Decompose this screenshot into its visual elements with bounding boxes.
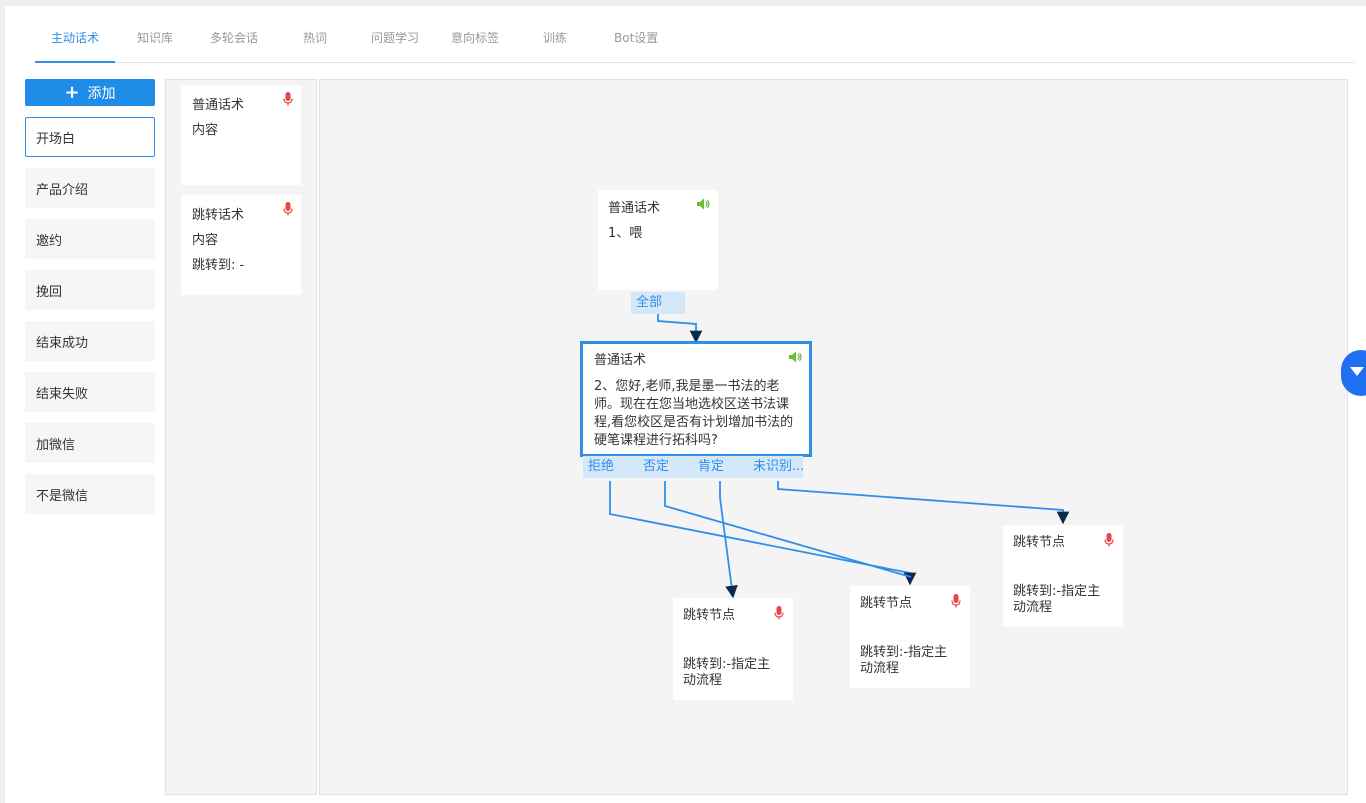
jump-node-3[interactable]: 跳转节点 跳转到:-指定主动流程 <box>1003 525 1123 627</box>
script-node-greeting[interactable]: 普通话术 1、喂 <box>598 190 718 290</box>
jump-node-target: 跳转到:-指定主动流程 <box>860 645 948 676</box>
category-product-intro[interactable]: 产品介绍 <box>25 168 155 208</box>
palette-card-title: 跳转话术 <box>192 208 245 223</box>
tab-training[interactable]: 训练 <box>543 29 567 46</box>
microphone-icon <box>283 202 293 216</box>
jump-node-target: 跳转到:-指定主动流程 <box>683 657 771 688</box>
tab-intent-tags[interactable]: 意向标签 <box>451 29 499 46</box>
category-opening[interactable]: 开场白 <box>25 117 155 157</box>
add-button-label: 添加 <box>87 85 116 102</box>
palette-card-line: 内容 <box>192 123 219 138</box>
jump-node-title: 跳转节点 <box>860 596 913 611</box>
port-row: 拒绝 否定 肯定 未识别... <box>583 456 803 478</box>
flow-edges <box>609 313 1070 599</box>
edge-positive <box>719 481 738 599</box>
script-node-introduction[interactable]: 普通话术 2、您好,老师,我是墨一书法的老师。现在在您当地选校区送书法课程,看您… <box>580 341 812 457</box>
palette-card-normal-script[interactable]: 普通话术 内容 <box>181 85 301 185</box>
category-invitation[interactable]: 邀约 <box>25 219 155 259</box>
category-not-wechat[interactable]: 不是微信 <box>25 474 155 514</box>
tab-bar: 主动话术 知识库 多轮会话 热词 问题学习 意向标签 训练 Bot设置 <box>35 21 1355 63</box>
node-content: 1、喂 <box>608 226 643 241</box>
plus-icon: + <box>64 81 80 103</box>
node-palette: 普通话术 内容 跳转话术 内容 跳转到: - <box>165 79 317 795</box>
microphone-icon <box>1104 533 1114 547</box>
category-add-wechat[interactable]: 加微信 <box>25 423 155 463</box>
tab-multi-turn[interactable]: 多轮会话 <box>210 29 258 46</box>
jump-node-target: 跳转到:-指定主动流程 <box>1013 584 1101 615</box>
tab-hot-words[interactable]: 热词 <box>303 29 327 46</box>
microphone-icon <box>951 594 961 608</box>
edge-unrecognized <box>777 481 1070 525</box>
edge-all <box>657 313 703 344</box>
flow-canvas[interactable]: 普通话术 1、喂 全部 普通话术 2、您好,老师,我是墨一书法的老师。现在在您当… <box>319 79 1348 795</box>
chevron-down-icon <box>1350 367 1364 376</box>
node-title: 普通话术 <box>608 201 661 216</box>
main-panel: 主动话术 知识库 多轮会话 热词 问题学习 意向标签 训练 Bot设置 + 添加… <box>5 6 1366 803</box>
add-button[interactable]: + 添加 <box>25 79 155 106</box>
port-all[interactable]: 全部 <box>631 292 685 314</box>
category-end-failure[interactable]: 结束失败 <box>25 372 155 412</box>
tab-question-learning[interactable]: 问题学习 <box>371 29 419 46</box>
jump-node-title: 跳转节点 <box>1013 535 1066 550</box>
category-retain[interactable]: 挽回 <box>25 270 155 310</box>
palette-card-line: 内容 <box>192 233 219 248</box>
port-reject[interactable]: 拒绝 <box>588 456 614 478</box>
speaker-icon <box>789 351 802 363</box>
node-content: 2、您好,老师,我是墨一书法的老师。现在在您当地选校区送书法课程,看您校区是否有… <box>594 379 794 448</box>
node-title: 普通话术 <box>594 353 647 368</box>
tab-knowledge-base[interactable]: 知识库 <box>137 29 173 46</box>
tab-bot-settings[interactable]: Bot设置 <box>614 29 658 46</box>
port-negative[interactable]: 否定 <box>643 456 669 478</box>
category-end-success[interactable]: 结束成功 <box>25 321 155 361</box>
palette-card-title: 普通话术 <box>192 98 245 113</box>
port-positive[interactable]: 肯定 <box>698 456 724 478</box>
palette-card-jump-script[interactable]: 跳转话术 内容 跳转到: - <box>181 195 301 295</box>
jump-node-2[interactable]: 跳转节点 跳转到:-指定主动流程 <box>850 586 970 688</box>
jump-node-1[interactable]: 跳转节点 跳转到:-指定主动流程 <box>673 598 793 700</box>
microphone-icon <box>774 606 784 620</box>
jump-node-title: 跳转节点 <box>683 608 736 623</box>
active-tab-indicator <box>35 61 115 63</box>
microphone-icon <box>283 92 293 106</box>
speaker-icon <box>697 198 710 210</box>
palette-card-jump-target: 跳转到: - <box>192 258 245 273</box>
tab-active-script[interactable]: 主动话术 <box>51 29 99 46</box>
port-unrecognized[interactable]: 未识别... <box>753 456 803 478</box>
